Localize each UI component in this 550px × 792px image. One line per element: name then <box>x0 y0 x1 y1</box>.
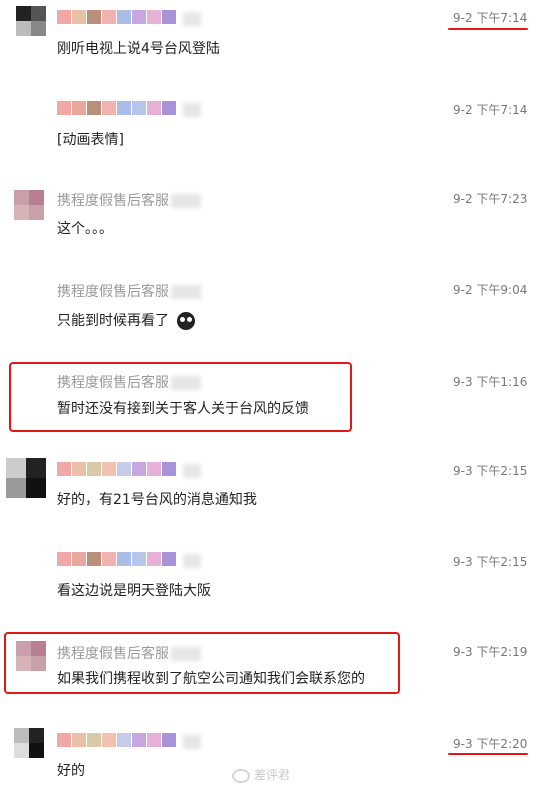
highlight-underline <box>448 28 528 30</box>
highlight-box <box>4 632 400 694</box>
sender-name: 携程度假售后客服 <box>57 281 201 301</box>
service-name: 携程度假售后客服 <box>57 193 169 209</box>
blurred-name <box>57 10 177 28</box>
message-text-content: 只能到时候再看了 <box>57 313 169 329</box>
highlight-underline <box>448 753 528 755</box>
message-time: 9-2 下午7:23 <box>453 192 528 206</box>
message-text: 只能到时候再看了 <box>57 310 196 330</box>
owl-face-icon <box>177 312 196 330</box>
sender-name: 携程度假售后客服 <box>57 190 201 210</box>
sender-name <box>57 552 202 570</box>
blurred-name <box>57 462 177 480</box>
service-name: 携程度假售后客服 <box>57 284 169 300</box>
message-time: 9-3 下午1:16 <box>453 375 528 389</box>
message-text: 这个。。。 <box>57 221 113 237</box>
sender-name <box>57 733 202 751</box>
message-time: 9-2 下午9:04 <box>453 283 528 297</box>
message-time: 9-2 下午7:14 <box>453 103 528 117</box>
message-time: 9-3 下午2:15 <box>453 555 528 569</box>
message-text: 看这边说是明天登陆大阪 <box>57 583 211 599</box>
avatar[interactable] <box>6 458 46 498</box>
message-text: [动画表情] <box>57 132 124 148</box>
blurred-name <box>57 101 177 119</box>
message-time: 9-2 下午7:14 <box>453 11 528 25</box>
blurred-name <box>57 733 177 751</box>
highlight-box <box>9 362 352 432</box>
watermark-text: 差评君 <box>254 768 291 782</box>
blurred-name <box>57 552 177 570</box>
message-text: 刚听电视上说4号台风登陆 <box>57 41 220 57</box>
message-text: 好的，有21号台风的消息通知我 <box>57 492 257 508</box>
avatar[interactable] <box>16 6 46 36</box>
sender-name <box>57 101 202 119</box>
message-time: 9-3 下午2:19 <box>453 645 528 659</box>
sender-name <box>57 462 202 480</box>
message-time: 9-3 下午2:20 <box>453 737 528 751</box>
avatar[interactable] <box>14 728 44 758</box>
weibo-icon <box>232 768 250 783</box>
message-text: 好的 <box>57 763 85 779</box>
watermark: 差评君 <box>232 766 290 783</box>
message-time: 9-3 下午2:15 <box>453 464 528 478</box>
sender-name <box>57 10 202 28</box>
avatar[interactable] <box>14 190 44 220</box>
